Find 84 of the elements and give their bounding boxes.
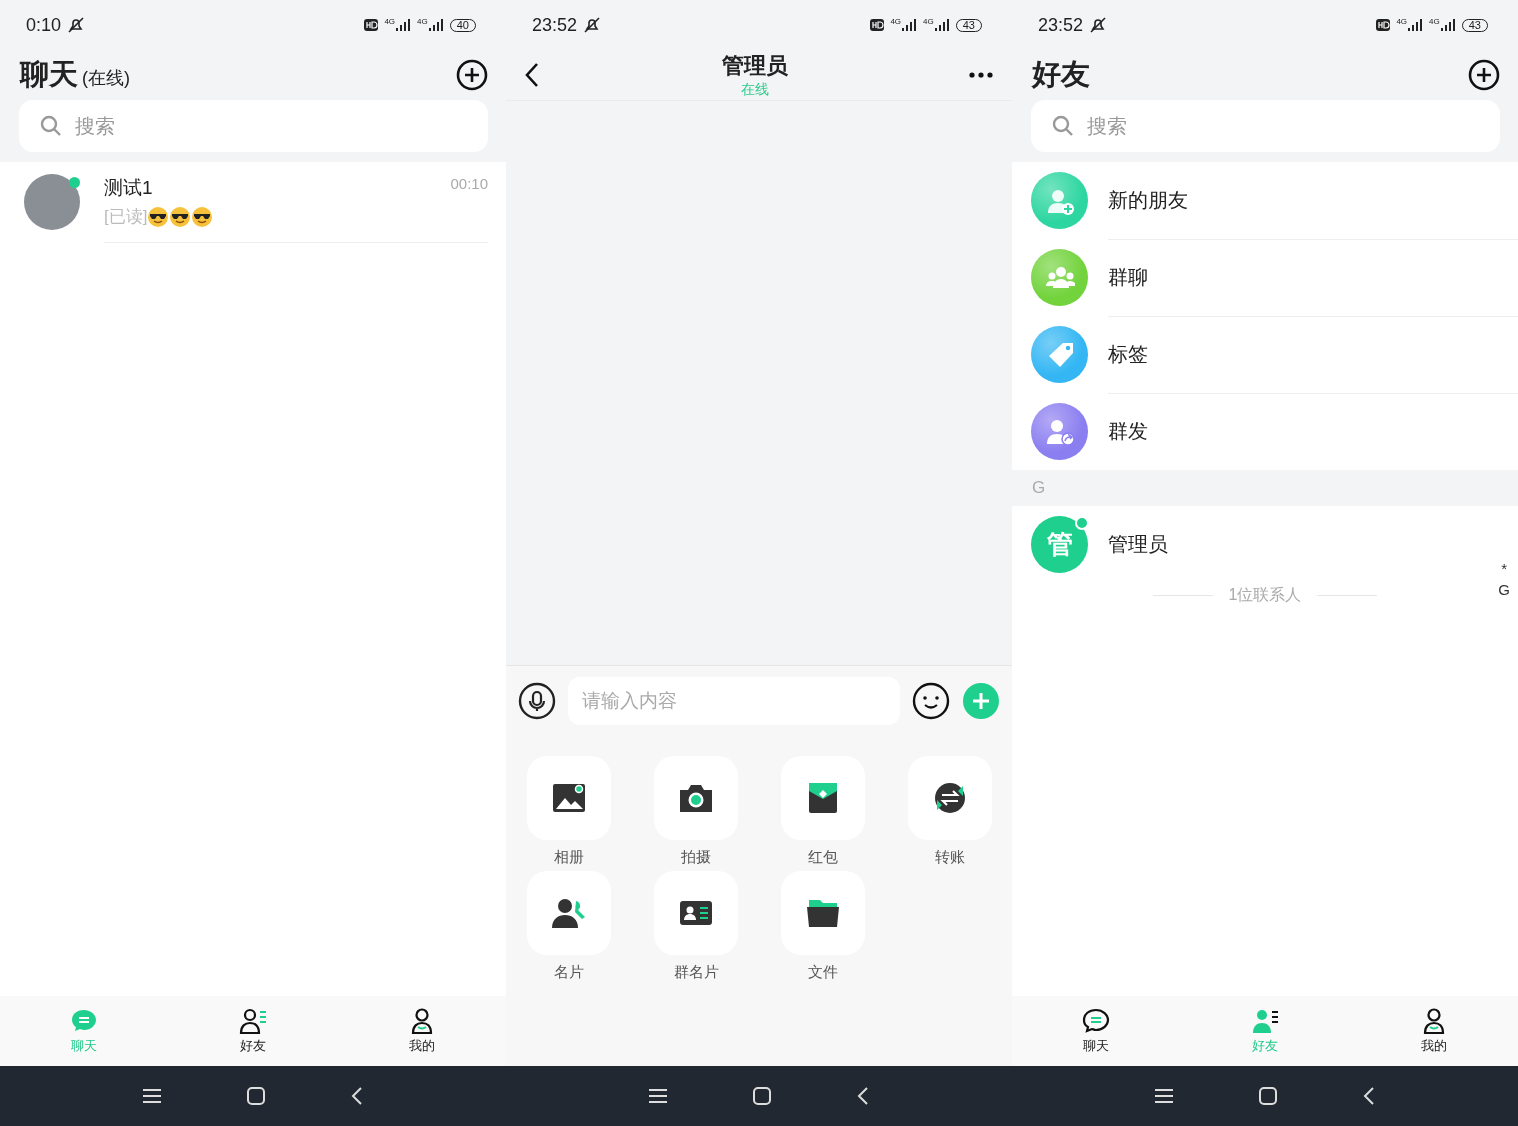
page-title: 聊天 [20,57,78,92]
action-label: 名片 [554,963,584,982]
status-time: 23:52 [1038,14,1084,36]
action-tile[interactable] [781,871,865,955]
home-square-icon[interactable] [752,1086,772,1106]
sunglasses-face-icon [147,205,170,228]
network-label: 4G [384,18,396,26]
action-tile[interactable] [654,756,738,840]
message-time: 00:10 [450,175,488,194]
action-tile[interactable] [908,756,992,840]
action-tile[interactable] [527,871,611,955]
message-input[interactable]: 请输入内容 [568,677,900,725]
contact-name: 测试1 [104,176,153,200]
signal-icon [1439,18,1456,32]
contacts-icon [238,1007,268,1035]
action-label: 群名片 [673,963,719,982]
search-icon [39,114,63,138]
back-icon[interactable] [856,1086,870,1106]
status-time: 23:52 [532,14,578,36]
conversation-item[interactable]: 测试1 00:10 [已读] [0,162,506,242]
back-icon[interactable] [350,1086,364,1106]
smiley-icon[interactable] [912,682,950,720]
tab-button[interactable]: 好友 [238,1007,268,1055]
action-tile[interactable] [654,871,738,955]
menu-icon[interactable] [142,1087,162,1105]
muted-bell-icon [1089,16,1108,34]
muted-bell-icon [67,16,86,34]
signal-icon [395,18,412,32]
status-subtitle: (在线) [82,67,130,90]
tab-button[interactable]: 我的 [406,1007,437,1055]
sunglasses-face-icon [169,205,192,228]
search-input[interactable]: 搜索 [1085,113,1289,139]
hd-icon [870,19,885,31]
menu-icon[interactable] [648,1087,668,1105]
signal-icon [933,18,950,32]
action-label: 相册 [554,848,584,867]
status-time: 0:10 [26,14,62,36]
section-letter: G [1032,478,1046,498]
page-title: 好友 [1032,57,1090,92]
action-tile[interactable] [781,756,865,840]
tab-button[interactable]: 聊天 [1081,1007,1112,1055]
exchange-arrows-icon [932,780,968,816]
network-label: 4G [923,18,934,26]
menu-item[interactable]: 群发 [1012,393,1518,470]
chat-title: 管理员 [722,52,788,80]
signal-icon [427,18,444,32]
tab-button[interactable]: 我的 [1418,1007,1449,1055]
contacts-icon [1250,1007,1280,1035]
speech-bubble-icon [1081,1007,1112,1035]
contact-item[interactable]: 管 管理员 [1012,506,1488,583]
action-label: 红包 [808,848,838,867]
signal-icon [1407,18,1424,32]
menu-item[interactable]: 标签 [1012,316,1518,393]
avatar-text: 管 [1031,516,1088,573]
back-icon[interactable] [1362,1086,1376,1106]
action-label: 拍摄 [681,848,711,867]
search-icon [1051,114,1075,138]
action-tile[interactable] [527,756,611,840]
hd-icon [1376,19,1391,31]
sunglasses-face-icon [191,205,214,228]
menu-item[interactable]: 新的朋友 [1012,162,1518,239]
index-letter[interactable]: G [1498,581,1510,598]
network-label: 4G [417,18,428,26]
message-preview: [已读] [104,206,148,228]
signal-icon [901,18,918,32]
network-label: 4G [1396,18,1408,26]
network-label: 4G [890,18,902,26]
action-label: 文件 [808,963,838,982]
more-icon[interactable] [968,71,994,79]
add-button[interactable] [456,59,488,91]
hd-icon [364,19,379,31]
menu-item[interactable]: 群聊 [1012,239,1518,316]
action-label: 转账 [935,848,965,867]
microphone-icon[interactable] [518,682,556,720]
contact-count: 1位联系人 [1228,585,1302,605]
add-button[interactable] [1468,59,1500,91]
online-status: 在线 [741,81,769,99]
search-input[interactable]: 搜索 [73,113,277,139]
index-letter[interactable]: * [1501,560,1508,577]
muted-bell-icon [583,16,602,34]
menu-icon[interactable] [1154,1087,1174,1105]
home-square-icon[interactable] [1258,1086,1278,1106]
network-label: 4G [1429,18,1440,26]
home-square-icon[interactable] [246,1086,266,1106]
